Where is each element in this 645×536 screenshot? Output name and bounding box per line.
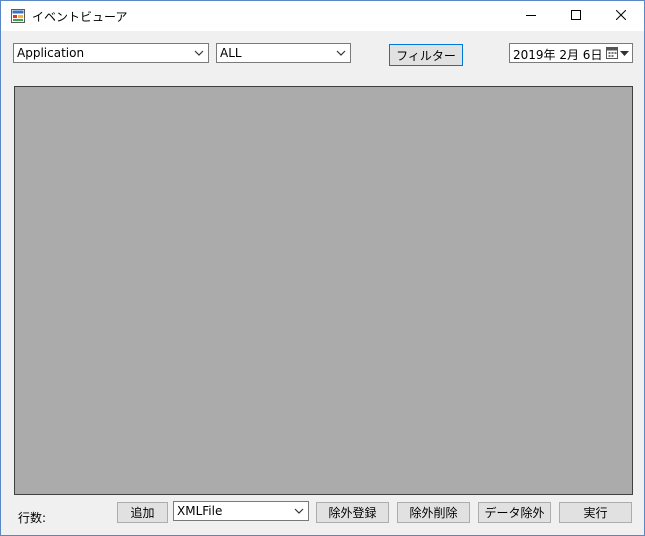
log-type-value: Application [17,46,85,60]
date-picker[interactable]: 2019年 2月 6日 [509,43,633,63]
close-icon [615,9,627,23]
close-button[interactable] [598,1,644,31]
date-value: 2019年 2月 6日 [513,48,603,62]
exclude-delete-button[interactable]: 除外削除 [397,502,470,523]
row-count-label: 行数: [18,511,47,525]
main-window: イベントビューア Application ALL フィルター 2019年 2月 … [0,0,645,536]
minimize-button[interactable] [508,1,554,31]
chevron-down-icon [293,505,305,517]
level-value: ALL [220,46,242,60]
chevron-down-icon [193,47,205,59]
file-type-select[interactable]: XMLFile [173,501,309,521]
app-icon [11,9,25,23]
log-type-select[interactable]: Application [13,43,209,63]
chevron-down-icon [335,47,347,59]
file-type-value: XMLFile [177,504,223,518]
level-select[interactable]: ALL [216,43,351,63]
maximize-button[interactable] [553,1,599,31]
minimize-icon [526,9,536,23]
title-bar[interactable]: イベントビューア [1,1,644,31]
calendar-dropdown-icon[interactable] [606,47,630,60]
window-title: イベントビューア [32,10,128,24]
maximize-icon [571,9,581,23]
event-data-grid[interactable] [14,86,633,495]
exclude-register-button[interactable]: 除外登録 [316,502,389,523]
add-button[interactable]: 追加 [117,502,168,523]
data-exclude-button[interactable]: データ除外 [478,502,551,523]
filter-button[interactable]: フィルター [389,44,463,66]
run-button[interactable]: 実行 [559,502,632,523]
